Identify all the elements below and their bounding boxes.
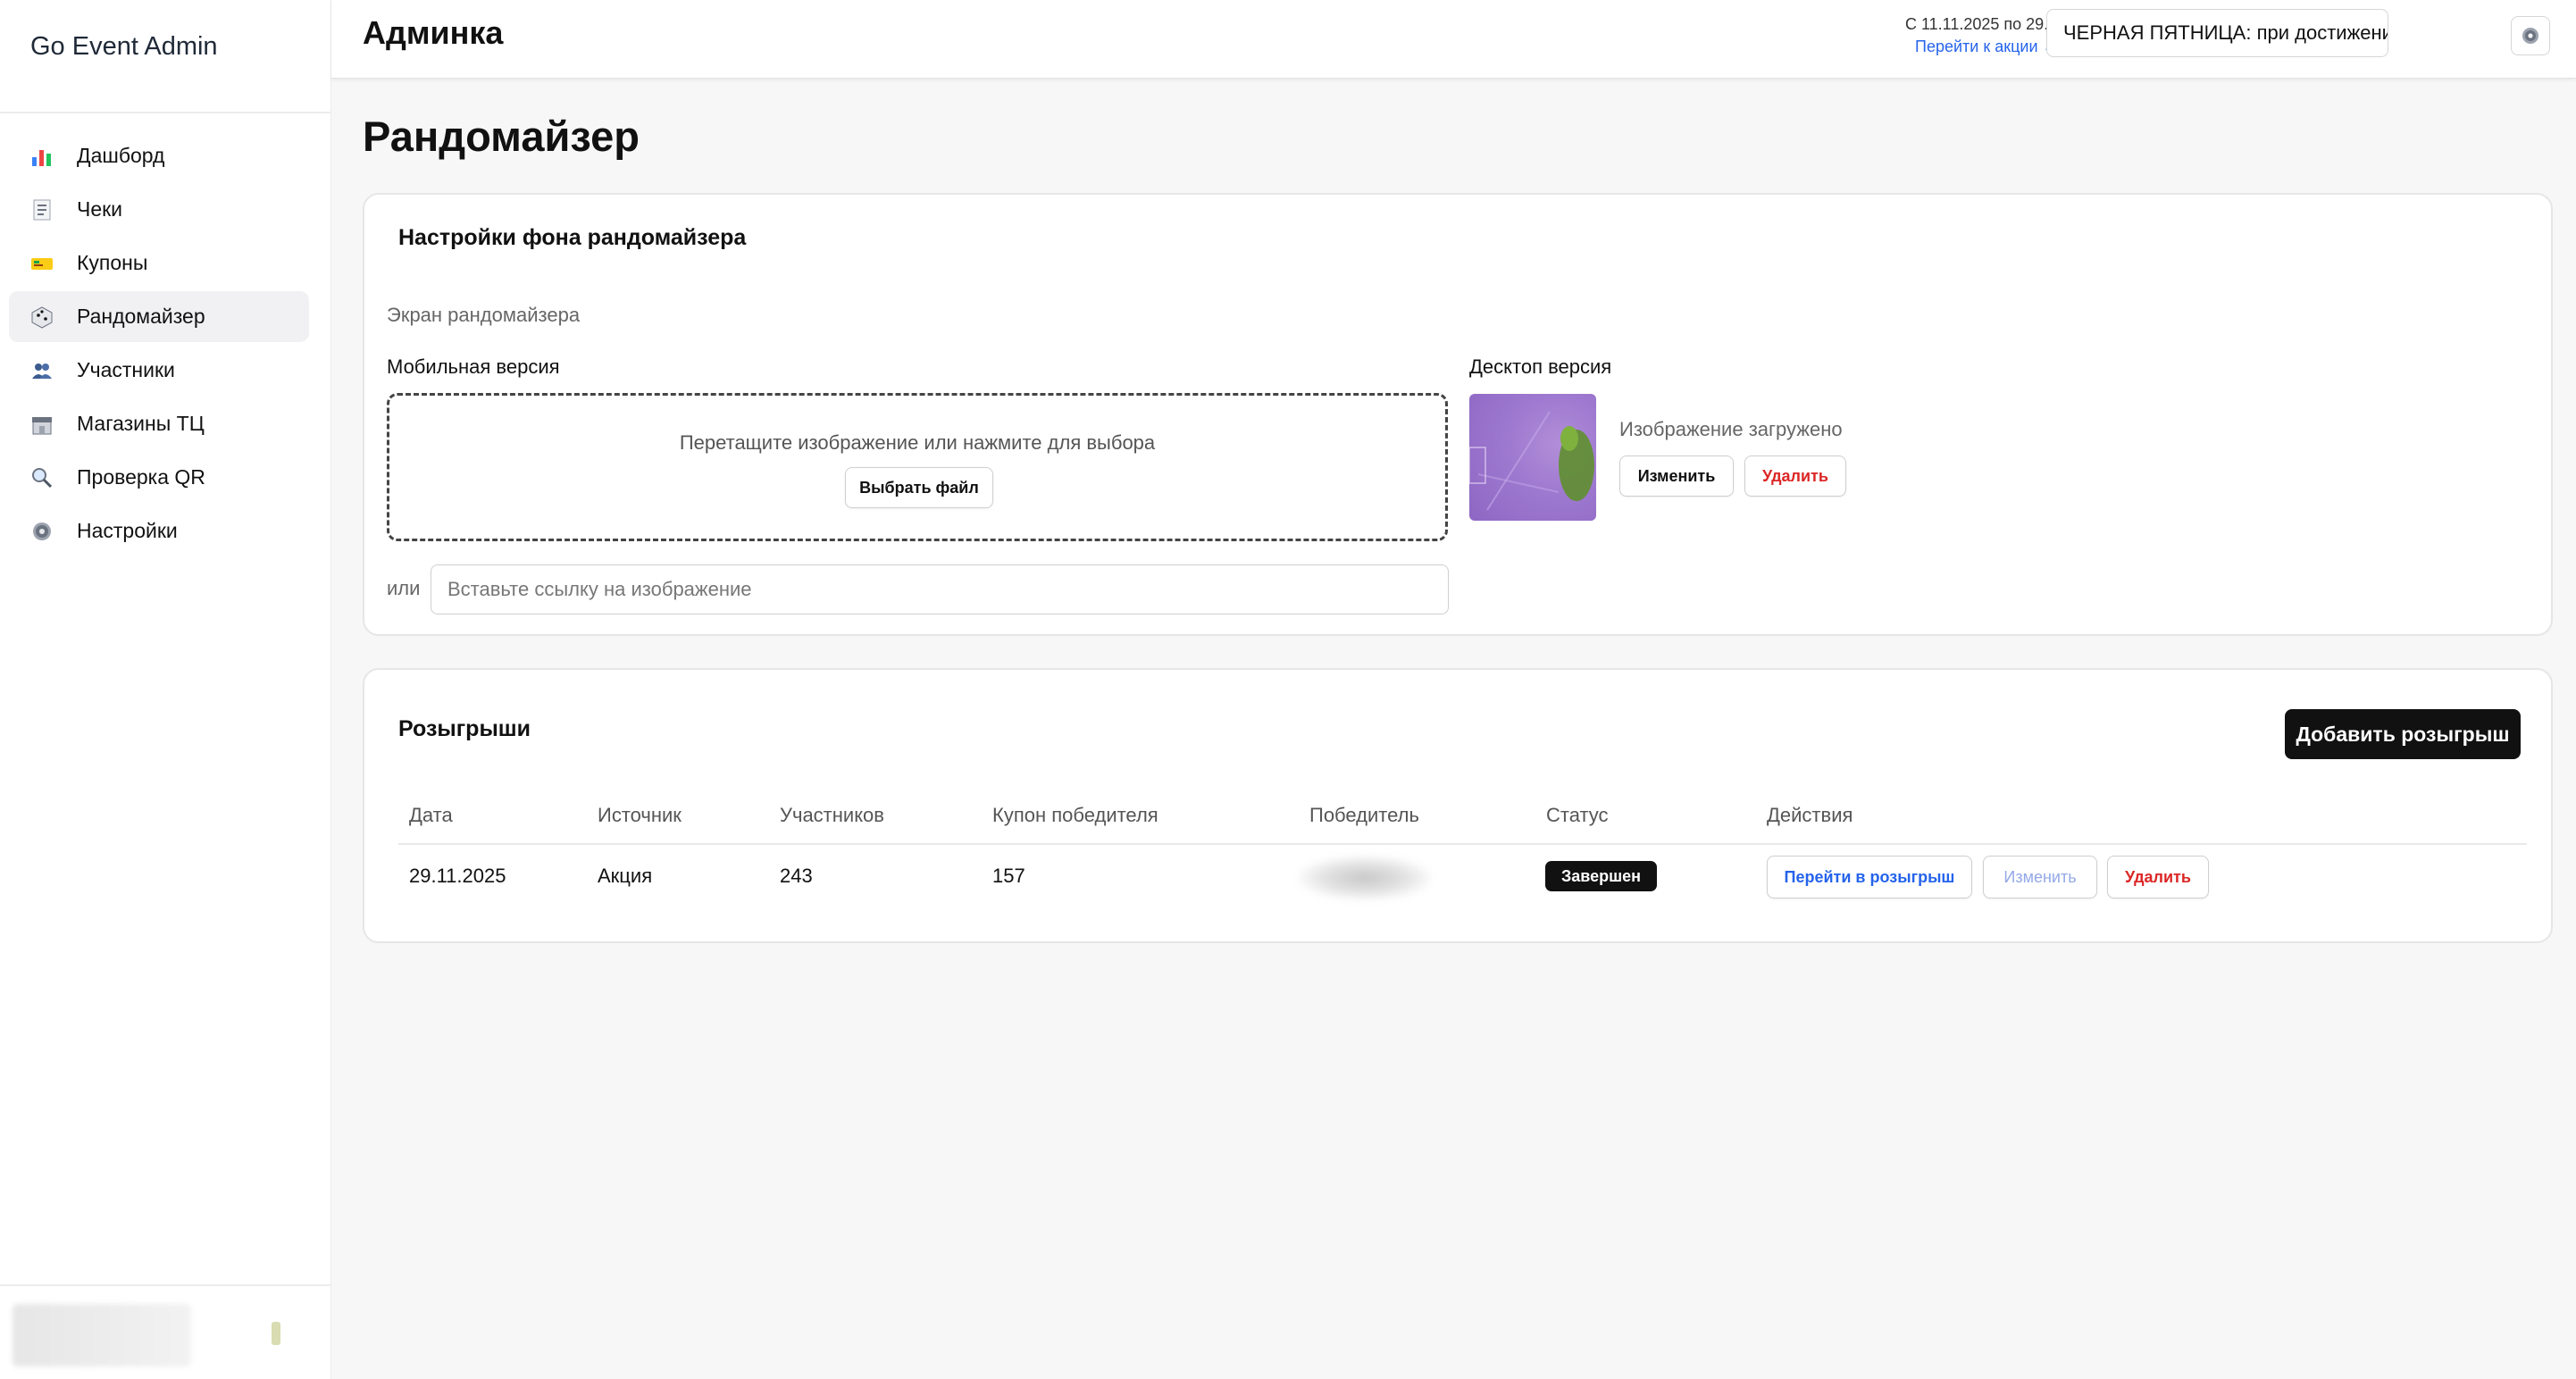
column-header-participants: Участников	[780, 804, 884, 826]
gear-icon	[30, 520, 54, 543]
edit-draw-button[interactable]: Изменить	[1983, 856, 2097, 898]
sidebar-item-label: Настройки	[77, 519, 178, 542]
sidebar-item-coupons[interactable]: Купоны	[9, 238, 309, 288]
add-draw-button[interactable]: Добавить розыгрыш	[2285, 709, 2521, 759]
column-header-actions: Действия	[1767, 804, 1853, 826]
bar-chart-icon	[30, 145, 54, 168]
screen-label: Экран рандомайзера	[387, 304, 581, 326]
or-label: или	[387, 577, 421, 599]
cell-coupon: 157	[992, 865, 1025, 887]
cell-participants: 243	[780, 865, 813, 887]
sidebar-item-stores[interactable]: Магазины ТЦ	[9, 398, 309, 449]
sidebar-item-dashboard[interactable]: Дашборд	[9, 130, 309, 181]
change-image-button[interactable]: Изменить	[1619, 455, 1734, 497]
ticket-icon	[30, 252, 54, 275]
open-draw-button[interactable]: Перейти в розыгрыш	[1767, 856, 1972, 898]
sidebar-item-label: Магазины ТЦ	[77, 412, 205, 435]
sidebar-item-participants[interactable]: Участники	[9, 345, 309, 396]
brand-title: Go Event Admin	[30, 32, 218, 61]
sidebar-item-settings[interactable]: Настройки	[9, 506, 309, 556]
sidebar-item-qr-check[interactable]: Проверка QR	[9, 452, 309, 503]
column-header-date: Дата	[409, 804, 453, 826]
draws-heading: Розыгрыши	[398, 716, 531, 741]
sidebar-item-label: Проверка QR	[77, 465, 205, 489]
page-title: Рандомайзер	[363, 113, 640, 160]
sidebar-user-panel[interactable]	[0, 1284, 331, 1379]
column-header-winner: Победитель	[1309, 804, 1419, 826]
sidebar-item-randomizer[interactable]: Рандомайзер	[9, 291, 309, 342]
column-header-source: Источник	[598, 804, 682, 826]
sidebar-item-label: Участники	[77, 358, 175, 381]
cell-date: 29.11.2025	[409, 865, 506, 887]
sidebar-item-label: Купоны	[77, 251, 148, 274]
mobile-version-label: Мобильная версия	[387, 355, 560, 378]
promo-select[interactable]: ЧЕРНАЯ ПЯТНИЦА: при достижении	[2046, 9, 2388, 57]
sidebar-item-label: Рандомайзер	[77, 305, 205, 328]
table-header-divider	[398, 843, 2527, 845]
column-header-winner-coupon: Купон победителя	[992, 804, 1158, 826]
dice-icon	[30, 305, 54, 329]
top-bar: Админка С 11.11.2025 по 29.11.2025 Перей…	[331, 0, 2576, 79]
users-icon	[30, 359, 54, 382]
desktop-image-thumbnail	[1469, 394, 1596, 521]
sidebar: Go Event Admin Дашборд Чеки Купоны Рандо…	[0, 0, 331, 1379]
draws-card: Розыгрыши Добавить розыгрыш Дата Источни…	[363, 668, 2553, 943]
column-header-status: Статус	[1546, 804, 1609, 826]
choose-file-button[interactable]: Выбрать файл	[845, 467, 993, 508]
delete-image-button[interactable]: Удалить	[1744, 455, 1846, 497]
header-title: Админка	[363, 14, 504, 51]
user-status-indicator	[272, 1322, 280, 1345]
store-icon	[30, 413, 54, 436]
sidebar-nav: Дашборд Чеки Купоны Рандомайзер Участник…	[9, 130, 309, 559]
image-url-input[interactable]: Вставьте ссылку на изображение	[431, 564, 1449, 614]
receipt-icon	[30, 198, 54, 221]
desktop-version-label: Десктоп версия	[1469, 355, 1612, 378]
dropzone-text: Перетащите изображение или нажмите для в…	[679, 431, 1156, 454]
gear-icon	[2522, 28, 2538, 44]
cell-source: Акция	[598, 865, 653, 887]
sidebar-item-label: Чеки	[77, 197, 123, 221]
status-badge: Завершен	[1545, 861, 1658, 891]
sidebar-item-label: Дашборд	[77, 144, 165, 167]
sidebar-divider	[0, 112, 331, 113]
cell-winner-blurred	[1298, 856, 1432, 900]
settings-button[interactable]	[2511, 16, 2550, 55]
magnifier-icon	[30, 466, 54, 489]
delete-draw-button[interactable]: Удалить	[2107, 856, 2209, 898]
user-info-blurred	[13, 1304, 191, 1366]
background-settings-card: Настройки фона рандомайзера Экран рандом…	[363, 193, 2553, 636]
background-settings-heading: Настройки фона рандомайзера	[398, 225, 747, 250]
upload-status: Изображение загружено	[1619, 418, 1843, 440]
mobile-dropzone[interactable]: Перетащите изображение или нажмите для в…	[387, 393, 1448, 541]
promo-link[interactable]: Перейти к акции →	[1915, 38, 2059, 56]
sidebar-item-receipts[interactable]: Чеки	[9, 184, 309, 235]
